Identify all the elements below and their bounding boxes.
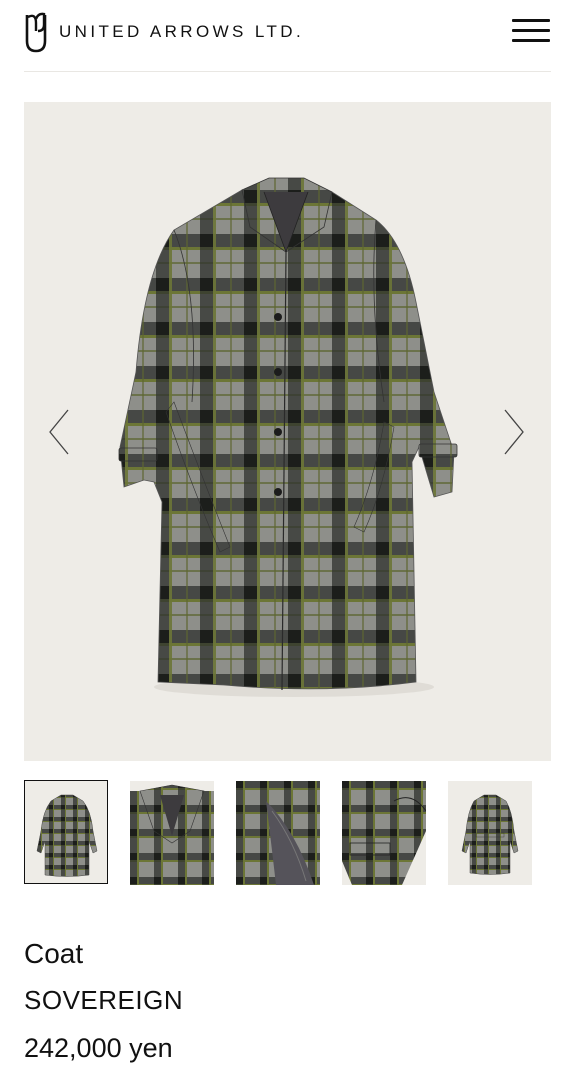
header-divider [24,71,551,72]
thumbnail-coat-collar-detail[interactable] [130,781,214,885]
brand-name[interactable]: UNITED ARROWS LTD. [59,21,304,43]
chevron-right-icon[interactable] [499,402,529,462]
product-category: Coat [24,938,84,969]
ua-monogram-icon[interactable] [24,11,48,53]
thumbnail-coat-lining-detail[interactable] [236,781,320,885]
thumbnail-strip [24,780,551,886]
hamburger-menu-icon[interactable] [510,17,552,47]
thumbnail-coat-front[interactable] [24,780,108,884]
product-price: 242,000 yen [24,1033,173,1063]
product-name: SOVEREIGN [24,985,184,1015]
thumbnail-coat-cuff-detail[interactable] [342,781,426,885]
site-header: UNITED ARROWS LTD. [0,0,575,72]
thumbnail-coat-back[interactable] [448,781,532,885]
product-main-image[interactable] [24,102,551,761]
plaid-coat-image [118,177,458,697]
chevron-left-icon[interactable] [44,402,74,462]
